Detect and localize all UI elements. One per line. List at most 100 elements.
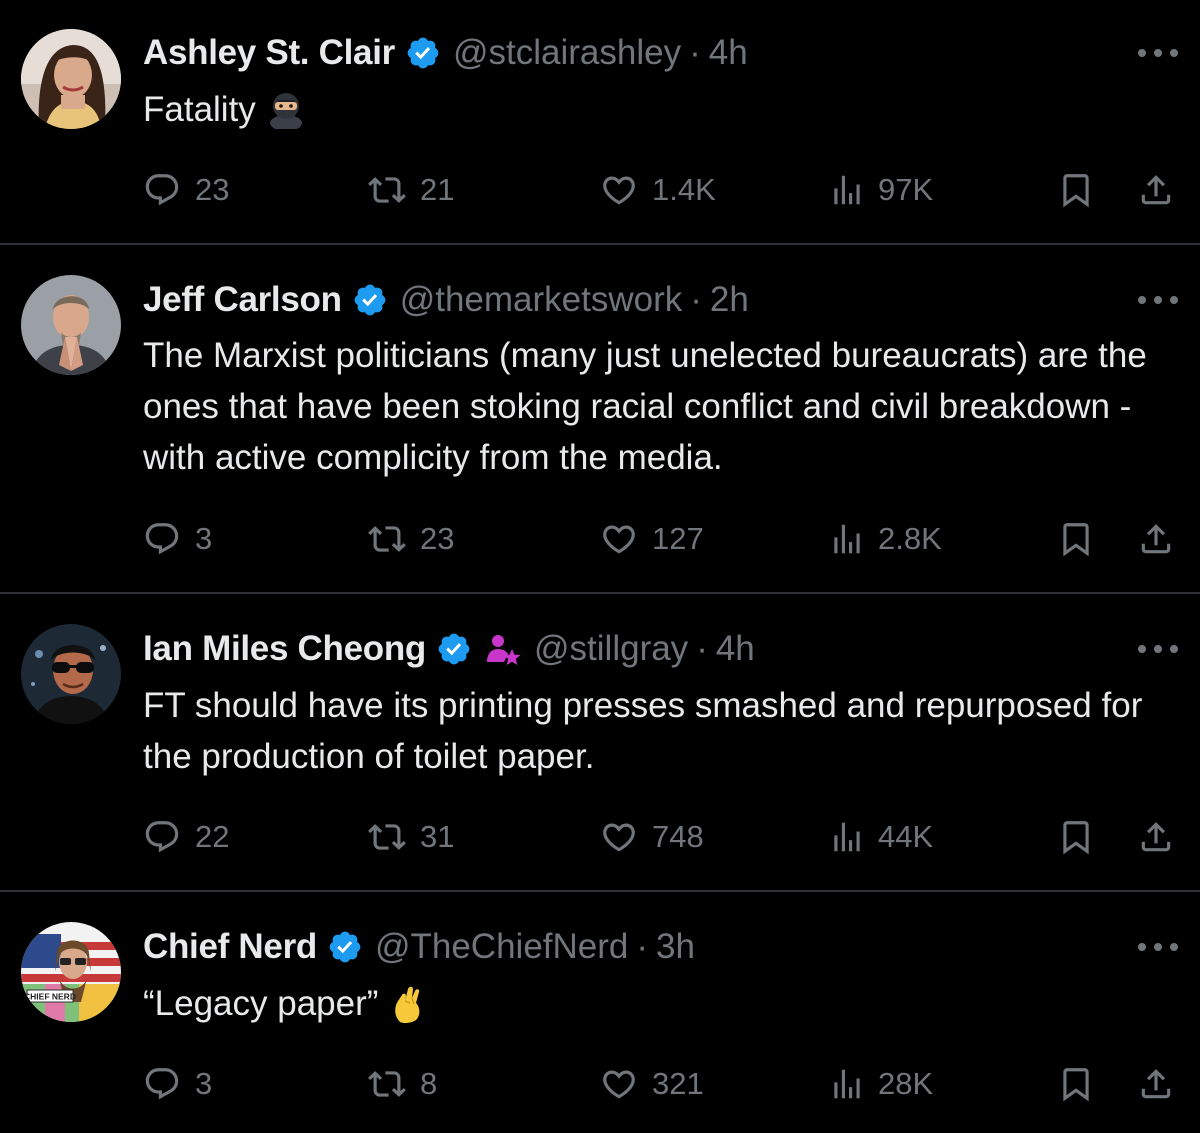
tweet[interactable]: Jeff Carlson @themarketswork · 2h The Ma… bbox=[0, 245, 1200, 593]
like-count: 127 bbox=[652, 521, 704, 556]
author-name[interactable]: Ian Miles Cheong bbox=[143, 629, 426, 669]
like-button[interactable]: 1.4K bbox=[600, 168, 716, 212]
more-options-icon[interactable] bbox=[1138, 643, 1178, 655]
heart-icon bbox=[600, 171, 638, 209]
author-name[interactable]: Chief Nerd bbox=[143, 927, 317, 967]
bookmark-icon bbox=[1057, 171, 1095, 209]
like-button[interactable]: 127 bbox=[600, 517, 704, 561]
like-button[interactable]: 321 bbox=[600, 1062, 704, 1106]
separator-dot: · bbox=[689, 33, 701, 72]
reply-icon bbox=[143, 818, 181, 856]
verified-badge-icon[interactable] bbox=[405, 35, 441, 71]
more-options-icon[interactable] bbox=[1138, 294, 1178, 306]
retweet-button[interactable]: 23 bbox=[368, 517, 454, 561]
tweet-text-content: The Marxist politicians (many just unele… bbox=[143, 336, 1147, 477]
tweet-actions: 22 31 748 44K bbox=[0, 815, 1200, 859]
share-button[interactable] bbox=[1137, 1062, 1175, 1106]
like-count: 748 bbox=[652, 819, 704, 854]
share-button[interactable] bbox=[1137, 815, 1175, 859]
author-name[interactable]: Ashley St. Clair bbox=[143, 33, 395, 73]
bookmark-icon bbox=[1057, 520, 1095, 558]
avatar[interactable] bbox=[21, 624, 121, 724]
retweet-button[interactable]: 8 bbox=[368, 1062, 437, 1106]
share-icon bbox=[1137, 818, 1175, 856]
person-star-icon[interactable] bbox=[484, 630, 522, 668]
bookmark-button[interactable] bbox=[1057, 168, 1095, 212]
tweet-text-content: Fatality bbox=[143, 90, 256, 129]
tweet-text: FT should have its printing presses smas… bbox=[143, 680, 1183, 782]
like-count: 1.4K bbox=[652, 172, 716, 207]
more-options-icon[interactable] bbox=[1138, 47, 1178, 59]
tweet[interactable]: CHIEF NERD Chief Nerd @TheChiefNerd · 3h… bbox=[0, 892, 1200, 1133]
author-handle[interactable]: @TheChiefNerd bbox=[375, 927, 628, 967]
verified-badge-icon[interactable] bbox=[436, 631, 472, 667]
tweet-time[interactable]: 4h bbox=[716, 629, 755, 669]
separator-dot: · bbox=[696, 629, 708, 668]
tweet-actions: 3 8 321 28K bbox=[0, 1062, 1200, 1106]
heart-icon bbox=[600, 520, 638, 558]
views-chart-icon bbox=[828, 1065, 866, 1103]
avatar[interactable]: CHIEF NERD bbox=[21, 922, 121, 1022]
tweet-time[interactable]: 3h bbox=[656, 927, 695, 967]
view-count: 44K bbox=[878, 819, 934, 854]
author-handle[interactable]: @stillgray bbox=[534, 629, 688, 669]
more-options-icon[interactable] bbox=[1138, 941, 1178, 953]
verified-badge-icon[interactable] bbox=[327, 929, 363, 965]
reply-button[interactable]: 3 bbox=[143, 517, 212, 561]
author-handle[interactable]: @themarketswork bbox=[400, 280, 683, 320]
share-icon bbox=[1137, 1065, 1175, 1103]
views-button[interactable]: 28K bbox=[828, 1062, 933, 1106]
views-button[interactable]: 44K bbox=[828, 815, 933, 859]
chief-nerd-logo-avatar: CHIEF NERD bbox=[21, 922, 121, 1022]
reply-icon bbox=[143, 1065, 181, 1103]
tweet-text: “Legacy paper” bbox=[143, 978, 1183, 1029]
views-chart-icon bbox=[828, 171, 866, 209]
reply-count: 22 bbox=[195, 819, 230, 854]
tweet-time[interactable]: 4h bbox=[709, 33, 748, 73]
tweet-text: The Marxist politicians (many just unele… bbox=[143, 330, 1153, 483]
tweet[interactable]: Ian Miles Cheong @stillgray · 4h FT shou… bbox=[0, 594, 1200, 892]
verified-badge-icon[interactable] bbox=[352, 282, 388, 318]
timeline-feed: Ashley St. Clair @stclairashley · 4h Fat… bbox=[0, 0, 1200, 1133]
tweet-time[interactable]: 2h bbox=[710, 280, 749, 320]
avatar[interactable] bbox=[21, 275, 121, 375]
reply-button[interactable]: 23 bbox=[143, 168, 229, 212]
separator-dot: · bbox=[636, 927, 649, 966]
views-button[interactable]: 97K bbox=[828, 168, 933, 212]
woman-portrait-avatar bbox=[21, 29, 121, 129]
tweet[interactable]: Ashley St. Clair @stclairashley · 4h Fat… bbox=[0, 0, 1200, 245]
like-button[interactable]: 748 bbox=[600, 815, 704, 859]
avatar[interactable] bbox=[21, 29, 121, 129]
reply-button[interactable]: 22 bbox=[143, 815, 229, 859]
view-count: 97K bbox=[878, 172, 934, 207]
view-count: 28K bbox=[878, 1066, 934, 1101]
share-button[interactable] bbox=[1137, 168, 1175, 212]
retweet-icon bbox=[368, 520, 406, 558]
reply-icon bbox=[143, 171, 181, 209]
tweet-text: Fatality bbox=[143, 84, 1183, 135]
bookmark-button[interactable] bbox=[1057, 815, 1095, 859]
tweet-header: Ian Miles Cheong @stillgray · 4h bbox=[143, 626, 755, 672]
reply-button[interactable]: 3 bbox=[143, 1062, 212, 1106]
reply-count: 3 bbox=[195, 521, 213, 556]
author-handle[interactable]: @stclairashley bbox=[453, 33, 681, 73]
author-name[interactable]: Jeff Carlson bbox=[143, 280, 342, 320]
bookmark-button[interactable] bbox=[1057, 517, 1095, 561]
bookmark-button[interactable] bbox=[1057, 1062, 1095, 1106]
retweet-icon bbox=[368, 1065, 406, 1103]
ninja-emoji-icon bbox=[266, 89, 306, 129]
retweet-count: 8 bbox=[420, 1066, 438, 1101]
tweet-actions: 3 23 127 2.8K bbox=[0, 517, 1200, 561]
separator-dot: · bbox=[690, 280, 702, 319]
heart-icon bbox=[600, 818, 638, 856]
tweet-header: Jeff Carlson @themarketswork · 2h bbox=[143, 277, 749, 323]
share-button[interactable] bbox=[1137, 517, 1175, 561]
retweet-icon bbox=[368, 818, 406, 856]
like-count: 321 bbox=[652, 1066, 704, 1101]
views-button[interactable]: 2.8K bbox=[828, 517, 942, 561]
pinched-fingers-emoji-icon bbox=[388, 983, 428, 1023]
retweet-button[interactable]: 31 bbox=[368, 815, 454, 859]
reply-count: 3 bbox=[195, 1066, 213, 1101]
reply-icon bbox=[143, 520, 181, 558]
retweet-button[interactable]: 21 bbox=[368, 168, 454, 212]
